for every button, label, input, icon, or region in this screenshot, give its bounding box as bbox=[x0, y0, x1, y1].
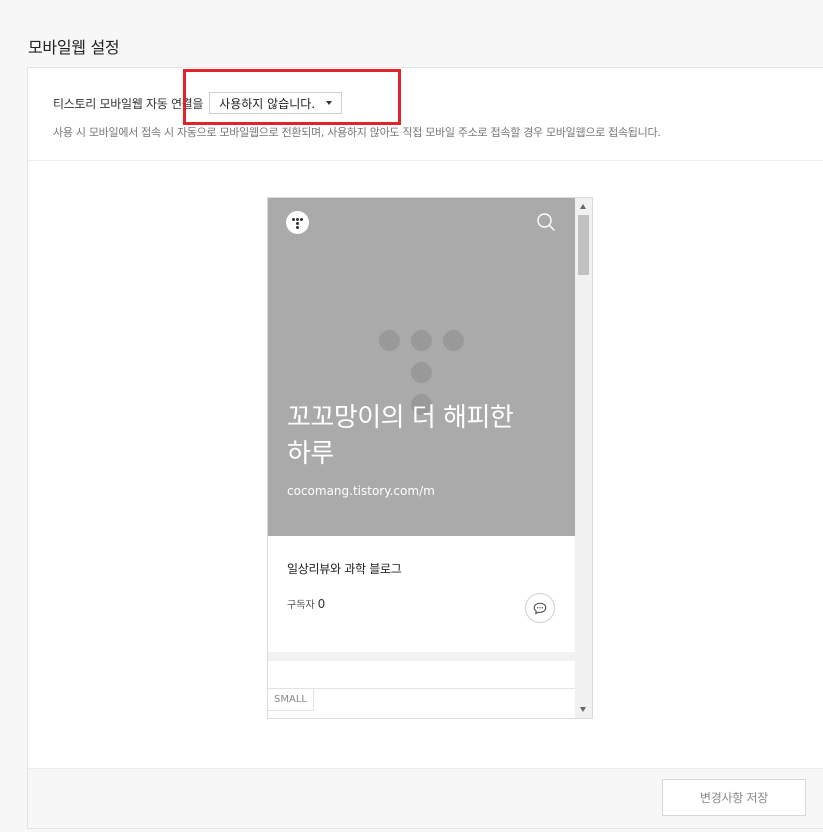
save-changes-button[interactable]: 변경사항 저장 bbox=[662, 779, 806, 816]
preview-hero: 꼬꼬망이의 더 해피한 하루 cocomang.tistory.com/m bbox=[268, 198, 575, 536]
page-title: 모바일웹 설정 bbox=[28, 38, 120, 57]
section-separator bbox=[268, 652, 575, 661]
setting-description: 사용 시 모바일에서 접속 시 자동으로 모바일웹으로 전환되며, 사용하지 않… bbox=[53, 126, 661, 139]
preview-scrollbar[interactable] bbox=[575, 198, 592, 718]
search-icon[interactable] bbox=[536, 212, 556, 232]
divider bbox=[268, 688, 575, 689]
blog-description: 일상리뷰와 과학 블로그 bbox=[287, 562, 402, 576]
blog-title: 꼬꼬망이의 더 해피한 하루 bbox=[287, 403, 514, 469]
subscriber-count: 0 bbox=[317, 597, 326, 611]
select-value: 사용하지 않습니다. bbox=[219, 96, 316, 111]
scroll-down-arrow-icon[interactable] bbox=[580, 707, 586, 712]
subscriber-label: 구독자 bbox=[287, 600, 315, 611]
scroll-thumb[interactable] bbox=[578, 215, 589, 275]
mobile-auto-connect-row: 티스토리 모바일웹 자동 연결을 사용하지 않습니다. bbox=[53, 92, 343, 114]
speech-bubble-icon bbox=[533, 602, 547, 615]
mobile-auto-connect-select[interactable]: 사용하지 않습니다. bbox=[209, 92, 343, 114]
mobile-preview: 꼬꼬망이의 더 해피한 하루 cocomang.tistory.com/m 일상… bbox=[267, 197, 593, 719]
subscriber-info: 구독자 0 bbox=[287, 596, 325, 611]
scroll-up-arrow-icon[interactable] bbox=[580, 204, 586, 209]
divider bbox=[28, 160, 823, 161]
blog-url: cocomang.tistory.com/m bbox=[287, 484, 435, 498]
size-tag: SMALL bbox=[268, 689, 314, 711]
comment-button[interactable] bbox=[525, 593, 555, 623]
settings-panel: 티스토리 모바일웹 자동 연결을 사용하지 않습니다. 사용 시 모바일에서 접… bbox=[27, 67, 823, 829]
tistory-logo-icon bbox=[286, 211, 309, 234]
mobile-auto-connect-label: 티스토리 모바일웹 자동 연결을 bbox=[53, 96, 204, 111]
caret-down-icon bbox=[326, 101, 333, 105]
